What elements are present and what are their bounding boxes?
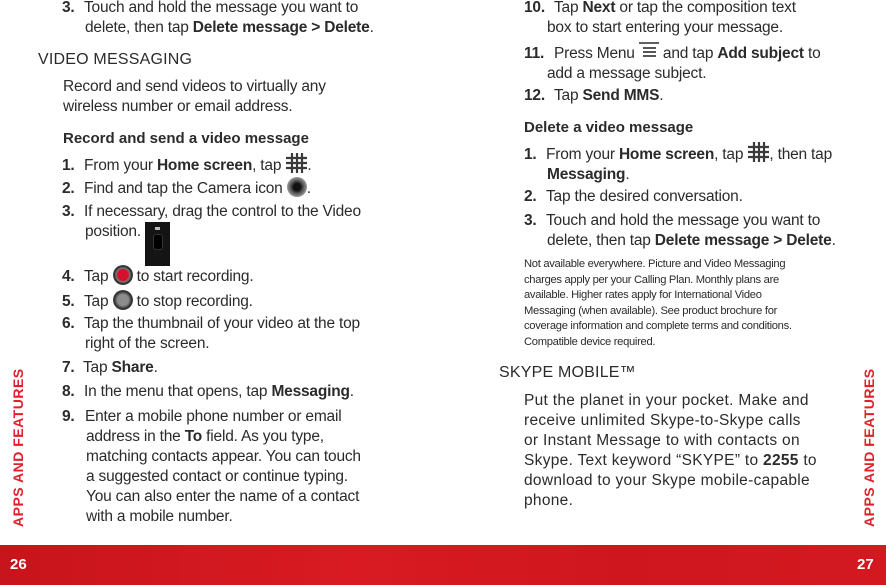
section-title-video-messaging: VIDEO MESSAGING xyxy=(38,51,193,68)
page-number-left: 26 xyxy=(10,556,27,573)
step-5: 5. Tap to stop recording. xyxy=(62,290,253,312)
delete-step-2: 2. Tap the desired conversation. xyxy=(524,188,743,205)
section-title-skype-mobile: SKYPE MOBILE™ xyxy=(499,364,636,381)
step-6: 6. Tap the thumbnail of your video at the… xyxy=(62,315,360,352)
footer-bar: 26 27 xyxy=(0,545,886,585)
subhead-record-send: Record and send a video message xyxy=(63,130,309,147)
delete-step-1: 1. From your Home screen, tap , then tap … xyxy=(524,142,832,185)
camera-icon xyxy=(286,177,307,197)
stop-button-icon xyxy=(112,290,133,310)
step-3: 3. If necessary, drag the control to the … xyxy=(62,202,361,266)
right-page: 10. Tap Next or tap the composition text … xyxy=(443,0,886,545)
apps-grid-icon xyxy=(748,142,770,162)
step-10: 10. Tap Next or tap the composition text … xyxy=(524,0,796,36)
step-8: 8. In the menu that opens, tap Messaging. xyxy=(62,383,354,400)
step-7: 7. Tap Share. xyxy=(62,359,158,376)
step-11: 11. Press Menu and tap Add subject to add… xyxy=(524,42,821,84)
delete-step-3: 3. Touch and hold the message you want to… xyxy=(524,212,836,249)
side-tab-left: APPS AND FEATURES xyxy=(10,368,26,527)
record-button-icon xyxy=(112,265,133,285)
carry-over-step-3: 3. Touch and hold the message you want to… xyxy=(62,0,374,36)
disclaimer: Not available everywhere. Picture and Vi… xyxy=(524,258,792,348)
video-messaging-intro: Record and send videos to virtually any … xyxy=(63,78,326,115)
step-1: 1. From your Home screen, tap . xyxy=(62,153,312,176)
menu-icon xyxy=(638,42,659,57)
subhead-delete-video: Delete a video message xyxy=(524,119,694,136)
step-12: 12. Tap Send MMS. xyxy=(524,87,664,104)
side-tab-right: APPS AND FEATURES xyxy=(861,368,877,527)
left-page: 3. Touch and hold the message you want to… xyxy=(0,0,443,545)
step-9: 9. Enter a mobile phone number or email a… xyxy=(62,408,361,525)
apps-grid-icon xyxy=(286,153,308,173)
step-4: 4. Tap to start recording. xyxy=(62,265,254,287)
camera-video-slider-icon xyxy=(145,222,171,266)
page-number-right: 27 xyxy=(857,556,874,573)
step-2: 2. Find and tap the Camera icon . xyxy=(62,177,311,199)
skype-description: Put the planet in your pocket. Make and … xyxy=(524,392,817,509)
